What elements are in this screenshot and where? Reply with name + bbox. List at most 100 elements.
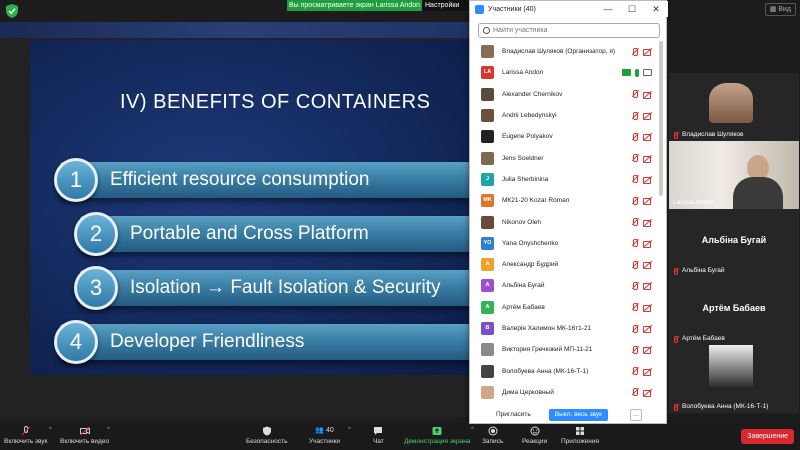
muted-microphone-icon xyxy=(631,281,639,290)
invite-button[interactable]: Пригласить xyxy=(490,409,537,421)
participant-name: Виктория Гречкокий МП-11-21 xyxy=(502,346,593,354)
share-screen-button[interactable]: Демонстрация экрана xyxy=(404,426,470,445)
start-video-button[interactable]: Включить видео xyxy=(60,426,109,445)
participant-name: Волобуева Анна (МК-16-Т-1) xyxy=(502,367,589,375)
participant-row[interactable]: Eugene Polyakov xyxy=(470,126,660,147)
participant-row[interactable]: Дима Церковный xyxy=(470,382,660,401)
avatar: J xyxy=(481,172,494,186)
muted-mic-icon xyxy=(673,267,679,275)
benefit-text: Portable and Cross Platform xyxy=(130,223,369,244)
participant-row[interactable]: Jens Soeldner xyxy=(470,147,660,168)
video-off-icon xyxy=(643,91,652,99)
video-off-icon xyxy=(643,133,652,142)
mute-all-button[interactable]: Выкл. весь звук xyxy=(548,409,608,421)
video-tile[interactable]: Артём Бабаев Артём Бабаев xyxy=(669,277,799,345)
share-screen-icon xyxy=(432,427,442,435)
apps-label: Приложения xyxy=(561,438,600,445)
participant-search-box[interactable] xyxy=(478,23,660,38)
meeting-toolbar: Включить звук ^ Включить видео ^ Безопас… xyxy=(0,424,800,450)
muted-microphone-icon xyxy=(631,154,639,163)
video-off-icon xyxy=(643,155,652,163)
participants-label: Участники xyxy=(309,438,341,445)
maximize-icon[interactable]: ☐ xyxy=(620,1,644,17)
participant-row[interactable]: Nikonov Oleh xyxy=(470,211,660,232)
video-off-icon xyxy=(643,282,652,291)
participant-row[interactable]: LA Larissa Andon xyxy=(470,62,660,83)
participant-row[interactable]: YO Yana Onyshchenko xyxy=(470,233,660,254)
participant-name: Julia Sherbinina xyxy=(502,175,549,183)
muted-microphone-icon xyxy=(631,345,639,354)
video-tile[interactable]: Владислав Шуляков xyxy=(669,73,799,141)
avatar xyxy=(481,343,494,357)
participant-row[interactable]: Виктория Гречкокий МП-11-21 xyxy=(470,339,660,360)
muted-microphone-icon xyxy=(631,90,639,99)
zoom-logo-icon xyxy=(475,4,484,14)
view-button[interactable]: ▦ Вид xyxy=(764,3,796,16)
more-options-button[interactable]: ... xyxy=(629,409,642,421)
unmute-label: Включить звук xyxy=(4,438,48,445)
participant-row[interactable]: А Александр Будрий xyxy=(470,254,660,275)
participants-button[interactable]: 👥 40 Участники xyxy=(309,426,340,445)
muted-microphone-icon xyxy=(631,111,639,120)
audio-options-chevron-icon[interactable]: ^ xyxy=(49,427,52,433)
chat-button[interactable]: Чат xyxy=(373,426,384,445)
participant-row[interactable]: Andrii Lebedynskyi xyxy=(470,105,660,126)
participant-name: Валерія Халимон МК-16т1-21 xyxy=(502,325,592,332)
benefit-number-1: 1 xyxy=(54,158,98,202)
avatar: А xyxy=(481,300,494,314)
benefit-number-3: 3 xyxy=(74,266,118,310)
video-options-chevron-icon[interactable]: ^ xyxy=(107,427,110,433)
top-bar: Вы просматриваете экран Larissa Andon На… xyxy=(0,0,800,22)
participant-row[interactable]: Владислав Шуляков (Организатор, я) xyxy=(470,41,660,62)
video-tile[interactable]: Альбіна Бугай Альбіна Бугай xyxy=(669,209,799,277)
share-options-chevron-icon[interactable]: ^ xyxy=(471,427,474,433)
muted-mic-icon xyxy=(673,403,679,411)
benefit-bar-2: Portable and Cross Platform xyxy=(80,216,470,252)
participant-row[interactable]: В Валерія Халимон МК-16т1-21 xyxy=(470,318,660,339)
participant-name: Eugene Polyakov xyxy=(502,133,553,141)
record-button[interactable]: Запись xyxy=(482,426,503,445)
video-tile[interactable]: Волобуева Анна (МК-16-Т-1) xyxy=(669,345,799,413)
benefit-bar-4: Developer Friendliness xyxy=(60,324,470,360)
view-options-button[interactable]: Настройки xyxy=(422,0,468,11)
avatar xyxy=(481,385,494,399)
participant-list-scrollbar[interactable] xyxy=(659,41,663,196)
zoom-meeting-window: Вы просматриваете экран Larissa Andon На… xyxy=(0,0,800,450)
benefit-number-2: 2 xyxy=(74,212,118,256)
participant-row[interactable]: J Julia Sherbinina xyxy=(470,169,660,190)
participant-search-input[interactable] xyxy=(493,27,653,34)
avatar: В xyxy=(481,322,494,335)
video-tile[interactable]: Larissa Andon xyxy=(669,141,799,209)
participant-row[interactable]: MK МК21-20 Kozar Roman xyxy=(470,190,660,211)
participant-name: Andrii Lebedynskyi xyxy=(502,112,557,120)
security-button[interactable]: Безопасность xyxy=(246,426,287,445)
muted-microphone-icon xyxy=(631,303,639,312)
video-off-icon xyxy=(79,426,90,436)
minimize-icon[interactable]: — xyxy=(596,1,620,17)
participants-panel: Участники (40) — ☐ ✕ Владислав Шуляков (… xyxy=(469,0,668,424)
participant-name: Александр Будрий xyxy=(502,261,559,269)
participants-title: Участники (40) xyxy=(488,5,536,13)
participant-row[interactable]: А Альбіна Бугай xyxy=(470,275,660,296)
end-meeting-button[interactable]: Завершение xyxy=(741,429,794,444)
participant-name: Alexander Chernikov xyxy=(502,90,563,98)
participants-options-chevron-icon[interactable]: ^ xyxy=(348,427,351,433)
muted-microphone-icon xyxy=(631,132,639,141)
participant-row[interactable]: Волобуева Анна (МК-16-Т-1) xyxy=(470,360,660,381)
security-label: Безопасность xyxy=(246,438,288,445)
microphone-icon xyxy=(635,68,639,77)
participant-row[interactable]: А Артём Бабаев xyxy=(470,297,660,318)
start-video-label: Включить видео xyxy=(60,438,110,445)
muted-microphone-icon xyxy=(631,367,639,376)
apps-button[interactable]: Приложения xyxy=(561,426,599,445)
participant-list: Владислав Шуляков (Организатор, я) LA Lari… xyxy=(470,41,660,401)
close-icon[interactable]: ✕ xyxy=(644,1,668,17)
avatar: LA xyxy=(481,66,494,80)
muted-mic-icon xyxy=(673,131,679,139)
encryption-shield-icon[interactable] xyxy=(5,3,19,19)
benefit-text: Efficient resource consumption xyxy=(110,169,370,190)
benefit-text: Developer Friendliness xyxy=(110,331,305,352)
reactions-button[interactable]: Реакции xyxy=(522,426,547,445)
unmute-button[interactable]: Включить звук xyxy=(4,426,47,445)
participant-row[interactable]: Alexander Chernikov xyxy=(470,84,660,105)
